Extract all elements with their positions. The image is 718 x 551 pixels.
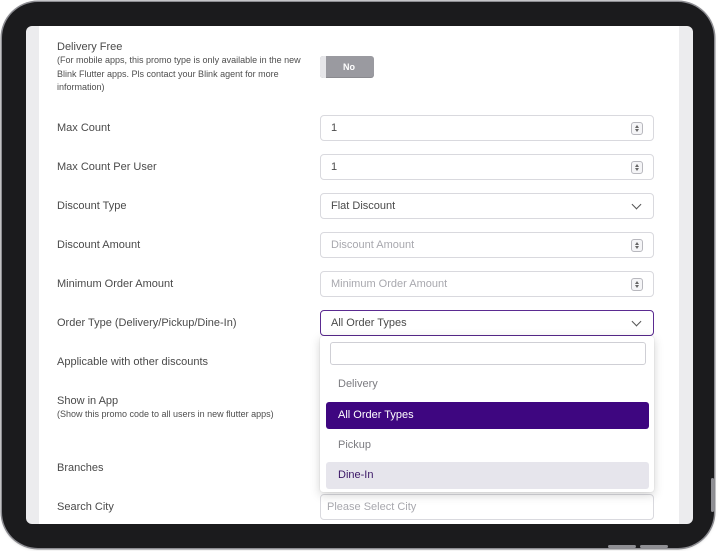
dropdown-option-all-order-types[interactable]: All Order Types [326, 402, 649, 429]
dropdown-option-pickup[interactable]: Pickup [326, 432, 649, 459]
show-in-app-title: Show in App [57, 395, 119, 407]
show-in-app-note: (Show this promo code to all users in ne… [57, 409, 274, 419]
dropdown-option-dine-in[interactable]: Dine-In [326, 462, 649, 489]
delivery-free-note: (For mobile apps, this promo type is onl… [57, 55, 301, 92]
show-in-app-label: Show in App (Show this promo code to all… [57, 394, 297, 422]
screen: Delivery Free (For mobile apps, this pro… [26, 26, 693, 524]
discount-type-value: Flat Discount [331, 200, 396, 212]
delivery-free-label: Delivery Free (For mobile apps, this pro… [57, 40, 309, 95]
dropdown-option-delivery[interactable]: Delivery [326, 371, 649, 398]
promo-form: Delivery Free (For mobile apps, this pro… [39, 26, 679, 524]
number-stepper-icon[interactable] [631, 239, 643, 252]
number-stepper-icon[interactable] [631, 278, 643, 291]
bottom-button [608, 545, 636, 548]
number-stepper-icon[interactable] [631, 122, 643, 135]
order-type-value: All Order Types [331, 317, 407, 329]
order-type-select[interactable]: All Order Types [320, 310, 654, 336]
max-count-per-user-label: Max Count Per User [57, 161, 157, 173]
chevron-down-icon [631, 199, 642, 210]
discount-amount-input[interactable]: Discount Amount [320, 232, 654, 258]
delivery-free-title: Delivery Free [57, 41, 123, 53]
bottom-button [640, 545, 668, 548]
minimum-order-amount-placeholder: Minimum Order Amount [331, 278, 448, 290]
applicable-with-other-discounts-label: Applicable with other discounts [57, 356, 209, 368]
toggle-knob [320, 56, 326, 78]
max-count-per-user-input[interactable]: 1 [320, 154, 654, 180]
max-count-per-user-value: 1 [331, 161, 338, 173]
search-city-label: Search City [57, 501, 114, 513]
search-city-placeholder: Please Select City [327, 501, 417, 513]
order-type-label: Order Type (Delivery/Pickup/Dine-In) [57, 317, 237, 329]
max-count-value: 1 [331, 122, 338, 134]
discount-type-label: Discount Type [57, 200, 127, 212]
delivery-free-toggle[interactable]: No [320, 56, 374, 78]
search-city-input[interactable]: Please Select City [320, 494, 654, 520]
max-count-input[interactable]: 1 [320, 115, 654, 141]
minimum-order-amount-input[interactable]: Minimum Order Amount [320, 271, 654, 297]
minimum-order-amount-label: Minimum Order Amount [57, 278, 174, 290]
branches-label: Branches [57, 462, 104, 474]
side-button [711, 478, 714, 512]
discount-type-select[interactable]: Flat Discount [320, 193, 654, 219]
dropdown-search-input[interactable] [330, 342, 646, 365]
chevron-down-icon [631, 316, 642, 327]
max-count-label: Max Count [57, 122, 111, 134]
number-stepper-icon[interactable] [631, 161, 643, 174]
toggle-label: No [343, 62, 355, 72]
discount-amount-label: Discount Amount [57, 239, 141, 251]
discount-amount-placeholder: Discount Amount [331, 239, 415, 251]
order-type-dropdown: Delivery All Order Types Pickup Dine-In [320, 336, 654, 492]
